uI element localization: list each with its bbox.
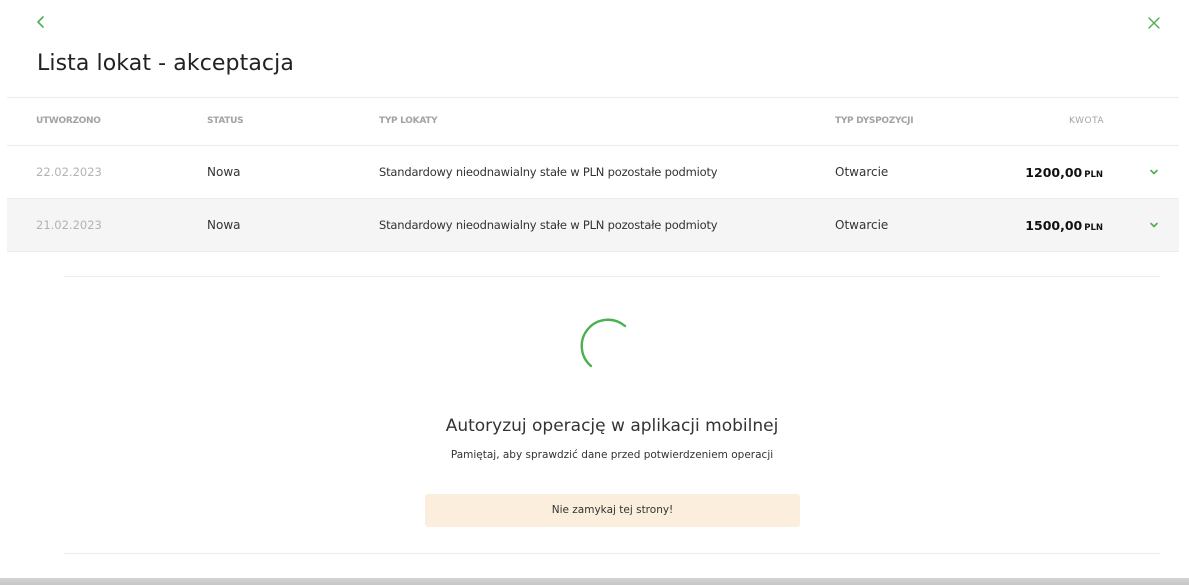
deposits-table: UTWORZONO STATUS TYP LOKATY TYP DYSPOZYC…	[7, 97, 1179, 252]
column-header-disposition[interactable]: TYP DYSPOZYCJI	[835, 116, 914, 126]
column-header-type[interactable]: TYP LOKATY	[379, 116, 438, 126]
close-button[interactable]	[1147, 15, 1161, 29]
chevron-down-icon	[1150, 169, 1158, 175]
column-header-created[interactable]: UTWORZONO	[36, 116, 101, 126]
disposition-type: Otwarcie	[835, 218, 889, 232]
page-title: Lista lokat - akceptacja	[37, 51, 294, 76]
status-value: Nowa	[207, 218, 241, 232]
amount-value: 1200,00 PLN	[1025, 165, 1103, 180]
amount-currency: PLN	[1084, 170, 1103, 180]
expand-row-button[interactable]	[1148, 166, 1160, 178]
chevron-left-icon	[37, 16, 44, 28]
amount-number: 1200,00	[1025, 165, 1083, 180]
bottom-edge-shadow	[0, 578, 1189, 585]
close-icon	[1148, 17, 1160, 29]
amount-currency: PLN	[1084, 223, 1103, 233]
disposition-type: Otwarcie	[835, 165, 889, 179]
mobile-authorization-panel: Autoryzuj operację w aplikacji mobilnej …	[64, 276, 1160, 554]
table-row[interactable]: 22.02.2023 Nowa Standardowy nieodnawialn…	[7, 146, 1179, 199]
deposit-acceptance-page: Lista lokat - akceptacja UTWORZONO STATU…	[0, 0, 1189, 585]
created-date: 22.02.2023	[36, 165, 102, 179]
created-date: 21.02.2023	[36, 218, 102, 232]
do-not-close-warning: Nie zamykaj tej strony!	[425, 494, 800, 527]
deposit-type: Standardowy nieodnawialny stałe w PLN po…	[379, 165, 718, 179]
table-row[interactable]: 21.02.2023 Nowa Standardowy nieodnawialn…	[7, 199, 1179, 252]
amount-value: 1500,00 PLN	[1025, 218, 1103, 233]
column-header-status[interactable]: STATUS	[207, 116, 244, 126]
authorization-subtitle: Pamiętaj, aby sprawdzić dane przed potwi…	[450, 449, 774, 461]
back-button[interactable]	[34, 14, 48, 28]
table-header: UTWORZONO STATUS TYP LOKATY TYP DYSPOZYC…	[7, 98, 1179, 146]
chevron-down-icon	[1150, 222, 1158, 228]
amount-number: 1500,00	[1025, 218, 1083, 233]
status-value: Nowa	[207, 165, 241, 179]
loading-spinner-icon	[580, 318, 627, 368]
column-header-amount[interactable]: KWOTA	[1069, 116, 1104, 126]
authorization-title: Autoryzuj operację w aplikacji mobilnej	[445, 416, 779, 436]
deposit-type: Standardowy nieodnawialny stałe w PLN po…	[379, 218, 718, 232]
expand-row-button[interactable]	[1148, 219, 1160, 231]
